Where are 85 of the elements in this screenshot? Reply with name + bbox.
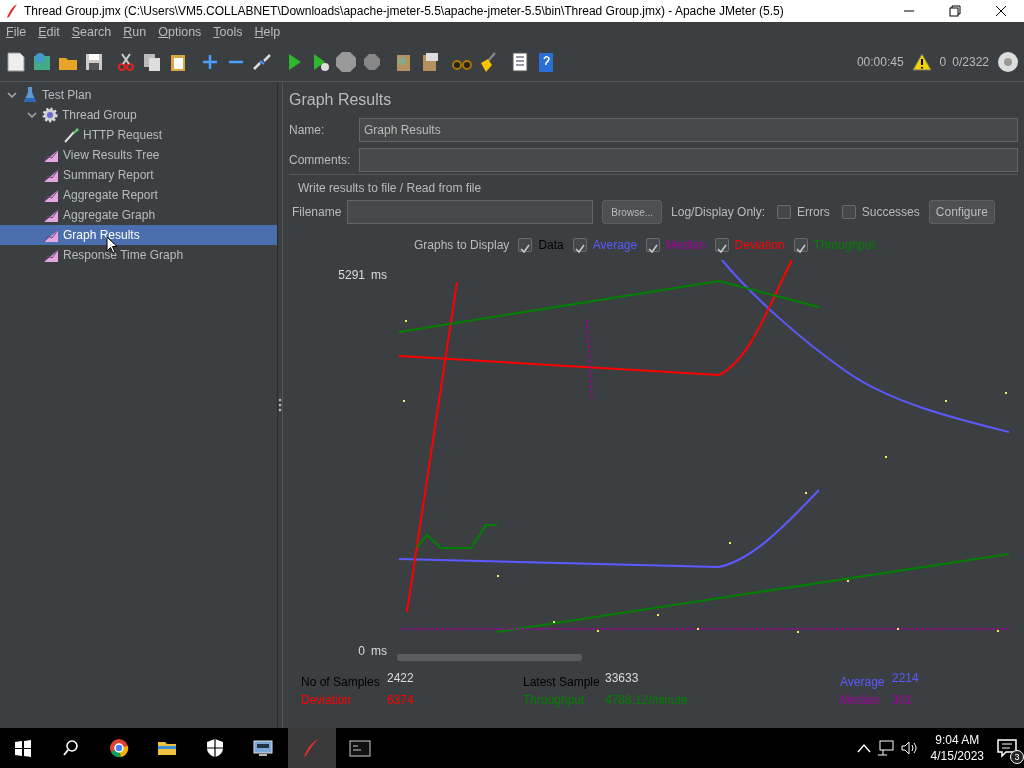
feather-icon: [6, 4, 18, 18]
flask-icon: [21, 86, 39, 104]
checkbox[interactable]: [714, 238, 729, 252]
tree-item[interactable]: Response Time Graph: [0, 245, 277, 265]
chevron-up-icon[interactable]: [856, 743, 871, 753]
stat-value: 6374: [387, 692, 415, 709]
pipette-icon: [62, 126, 80, 144]
stat-label: Throughput: [523, 692, 586, 709]
name-field[interactable]: Graph Results: [359, 118, 1018, 142]
checkbox-label: Errors: [797, 204, 830, 221]
section-title: Write results to file / Read from file: [298, 180, 483, 197]
checkbox[interactable]: [777, 205, 792, 219]
configure-button[interactable]: Configure: [928, 200, 995, 224]
clock-date: 4/15/2023: [930, 748, 984, 764]
tree-item[interactable]: Summary Report: [0, 165, 277, 185]
series-label: Median: [666, 237, 706, 254]
tree-item[interactable]: Test Plan: [0, 85, 277, 105]
stat-label: Deviation: [301, 692, 353, 709]
clock[interactable]: 9:04 AM 4/15/2023: [930, 732, 984, 764]
collapse-caret-icon[interactable]: [6, 89, 18, 101]
elapsed-time: 00:00:45: [856, 53, 904, 71]
checkbox[interactable]: [646, 238, 661, 252]
series-label: Data: [538, 237, 564, 254]
menu-item[interactable]: File: [0, 22, 33, 42]
comments-field[interactable]: [359, 148, 1018, 172]
network-icon[interactable]: [876, 740, 895, 756]
tree-item[interactable]: Aggregate Report: [0, 185, 277, 205]
notification-count: 3: [1010, 750, 1024, 764]
axis-unit: ms: [371, 267, 387, 284]
splitter-handle-icon[interactable]: [278, 398, 282, 412]
axis-tick-label: 0: [357, 643, 365, 660]
stat-value: 2422: [387, 670, 415, 687]
stat-label: Median: [840, 692, 881, 709]
checkbox[interactable]: [518, 238, 533, 252]
stat-label: Average: [840, 674, 886, 691]
menu-item[interactable]: Help: [248, 22, 287, 42]
field-label: Comments:: [289, 152, 352, 169]
menu-item[interactable]: Search: [65, 22, 118, 42]
new-file-icon[interactable]: [5, 50, 27, 73]
tree-item[interactable]: View Results Tree: [0, 145, 277, 165]
browse-button[interactable]: Browse...: [602, 200, 663, 224]
stop-icon[interactable]: [335, 50, 357, 73]
menu-item[interactable]: Run: [117, 22, 153, 42]
series-label: Throughput: [813, 237, 875, 254]
checkbox[interactable]: [841, 205, 856, 219]
thread-count: 0/2322: [952, 53, 989, 71]
scrollbar-thumb[interactable]: [397, 654, 582, 661]
list-icon[interactable]: [509, 50, 531, 73]
browser-icon[interactable]: [109, 738, 131, 758]
axis-unit: ms: [371, 643, 387, 660]
stat-label: Latest Sample: [523, 674, 601, 691]
stat-value: 4788.12/minute: [605, 692, 689, 709]
series-label: Deviation: [734, 237, 785, 254]
tree-item[interactable]: Thread Group: [0, 105, 277, 125]
series-label: Average: [592, 237, 638, 254]
filename-field[interactable]: [347, 200, 594, 224]
checkbox[interactable]: [793, 238, 808, 252]
terminal-icon[interactable]: [349, 738, 371, 758]
tree-item[interactable]: Aggregate Graph: [0, 205, 277, 225]
stat-value: 33633: [605, 670, 640, 687]
field-label: Filename: [292, 204, 342, 221]
error-count: 0: [939, 53, 947, 71]
field-label: Name:: [289, 122, 326, 139]
clock-time: 9:04 AM: [935, 732, 980, 748]
collapse-caret-icon[interactable]: [26, 109, 38, 121]
checkbox[interactable]: [572, 238, 587, 252]
tree-item[interactable]: HTTP Request: [0, 125, 277, 145]
monitor-icon[interactable]: [253, 738, 275, 758]
notification-icon[interactable]: [996, 738, 1018, 758]
stat-label: No of Samples: [301, 674, 381, 691]
checkbox-label: Successes: [861, 204, 920, 221]
field-label: Graphs to Display: [414, 237, 510, 254]
window-title: Thread Group.jmx (C:\Users\VM5.COLLABNET\Downloads\apache-jmeter-5.5\apache-jmeter-5.5\bin\Thread Group.jmx) - Apache JMeter (5.5): [24, 3, 784, 20]
warning-icon[interactable]: [911, 52, 932, 71]
panel-title: Graph Results: [289, 90, 393, 110]
menu-item[interactable]: Options: [152, 22, 208, 42]
axis-tick-label: 5291: [337, 267, 365, 284]
tree-item[interactable]: Graph Results: [0, 225, 277, 245]
menu-item[interactable]: Edit: [32, 22, 66, 42]
stat-value: 301: [892, 692, 914, 709]
menu-item[interactable]: Tools: [207, 22, 249, 42]
field-label: Log/Display Only:: [671, 204, 766, 221]
stat-value: 2214: [892, 670, 920, 687]
speaker-icon[interactable]: [900, 740, 919, 756]
gear-icon: [41, 106, 59, 124]
